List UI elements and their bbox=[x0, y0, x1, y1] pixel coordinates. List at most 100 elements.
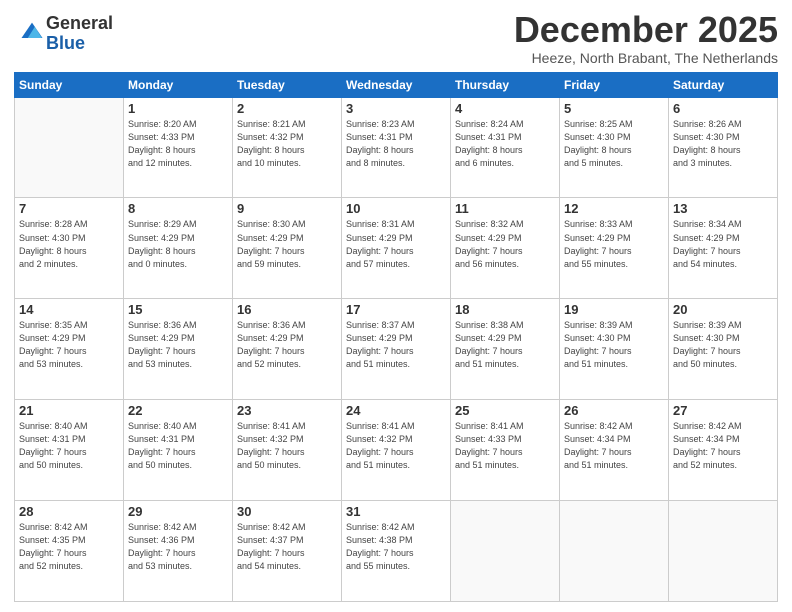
day-number: 9 bbox=[237, 201, 337, 216]
col-monday: Monday bbox=[124, 72, 233, 97]
col-tuesday: Tuesday bbox=[233, 72, 342, 97]
calendar-week-row: 1 Sunrise: 8:20 AMSunset: 4:33 PMDaylight… bbox=[15, 97, 778, 198]
day-info: Sunrise: 8:31 AMSunset: 4:29 PMDaylight:… bbox=[346, 218, 446, 270]
col-thursday: Thursday bbox=[451, 72, 560, 97]
calendar-week-row: 28Sunrise: 8:42 AMSunset: 4:35 PMDayligh… bbox=[15, 501, 778, 602]
day-number: 3 bbox=[346, 101, 446, 116]
day-number: 18 bbox=[455, 302, 555, 317]
day-info: Sunrise: 8:38 AMSunset: 4:29 PMDaylight:… bbox=[455, 319, 555, 371]
day-info: Sunrise: 8:42 AMSunset: 4:38 PMDaylight:… bbox=[346, 521, 446, 573]
day-number: 1 bbox=[128, 101, 228, 116]
col-saturday: Saturday bbox=[669, 72, 778, 97]
calendar-week-row: 14Sunrise: 8:35 AMSunset: 4:29 PMDayligh… bbox=[15, 299, 778, 400]
day-number: 15 bbox=[128, 302, 228, 317]
table-row: 25Sunrise: 8:41 AMSunset: 4:33 PMDayligh… bbox=[451, 400, 560, 501]
table-row: 18 Sunrise: 8:38 AMSunset: 4:29 PMDayligh… bbox=[451, 299, 560, 400]
day-number: 21 bbox=[19, 403, 119, 418]
logo-text: General Blue bbox=[46, 14, 113, 54]
table-row bbox=[15, 97, 124, 198]
day-number: 11 bbox=[455, 201, 555, 216]
day-info: Sunrise: 8:42 AMSunset: 4:36 PMDaylight:… bbox=[128, 521, 228, 573]
day-number: 6 bbox=[673, 101, 773, 116]
table-row: 9 Sunrise: 8:30 AMSunset: 4:29 PMDaylight… bbox=[233, 198, 342, 299]
table-row: 27Sunrise: 8:42 AMSunset: 4:34 PMDayligh… bbox=[669, 400, 778, 501]
logo: General Blue bbox=[14, 14, 113, 54]
day-info: Sunrise: 8:40 AMSunset: 4:31 PMDaylight:… bbox=[128, 420, 228, 472]
table-row: 6 Sunrise: 8:26 AMSunset: 4:30 PMDaylight… bbox=[669, 97, 778, 198]
day-info: Sunrise: 8:36 AMSunset: 4:29 PMDaylight:… bbox=[237, 319, 337, 371]
day-info: Sunrise: 8:25 AMSunset: 4:30 PMDaylight:… bbox=[564, 118, 664, 170]
day-info: Sunrise: 8:39 AMSunset: 4:30 PMDaylight:… bbox=[673, 319, 773, 371]
logo-icon bbox=[18, 17, 46, 45]
day-info: Sunrise: 8:36 AMSunset: 4:29 PMDaylight:… bbox=[128, 319, 228, 371]
day-number: 16 bbox=[237, 302, 337, 317]
day-info: Sunrise: 8:24 AMSunset: 4:31 PMDaylight:… bbox=[455, 118, 555, 170]
table-row: 22Sunrise: 8:40 AMSunset: 4:31 PMDayligh… bbox=[124, 400, 233, 501]
day-info: Sunrise: 8:42 AMSunset: 4:37 PMDaylight:… bbox=[237, 521, 337, 573]
day-info: Sunrise: 8:37 AMSunset: 4:29 PMDaylight:… bbox=[346, 319, 446, 371]
table-row: 30 Sunrise: 8:42 AMSunset: 4:37 PMDayligh… bbox=[233, 501, 342, 602]
day-number: 29 bbox=[128, 504, 228, 519]
day-info: Sunrise: 8:42 AMSunset: 4:34 PMDaylight:… bbox=[564, 420, 664, 472]
logo-general: General bbox=[46, 14, 113, 34]
table-row: 12 Sunrise: 8:33 AMSunset: 4:29 PMDayligh… bbox=[560, 198, 669, 299]
col-sunday: Sunday bbox=[15, 72, 124, 97]
day-info: Sunrise: 8:34 AMSunset: 4:29 PMDaylight:… bbox=[673, 218, 773, 270]
table-row: 1 Sunrise: 8:20 AMSunset: 4:33 PMDaylight… bbox=[124, 97, 233, 198]
table-row: 26 Sunrise: 8:42 AMSunset: 4:34 PMDayligh… bbox=[560, 400, 669, 501]
day-info: Sunrise: 8:21 AMSunset: 4:32 PMDaylight:… bbox=[237, 118, 337, 170]
table-row: 7 Sunrise: 8:28 AMSunset: 4:30 PMDaylight… bbox=[15, 198, 124, 299]
table-row: 14Sunrise: 8:35 AMSunset: 4:29 PMDayligh… bbox=[15, 299, 124, 400]
day-number: 2 bbox=[237, 101, 337, 116]
table-row bbox=[451, 501, 560, 602]
day-number: 20 bbox=[673, 302, 773, 317]
day-number: 5 bbox=[564, 101, 664, 116]
day-info: Sunrise: 8:41 AMSunset: 4:32 PMDaylight:… bbox=[237, 420, 337, 472]
table-row: 2 Sunrise: 8:21 AMSunset: 4:32 PMDaylight… bbox=[233, 97, 342, 198]
logo-blue: Blue bbox=[46, 34, 113, 54]
table-row: 29 Sunrise: 8:42 AMSunset: 4:36 PMDayligh… bbox=[124, 501, 233, 602]
col-wednesday: Wednesday bbox=[342, 72, 451, 97]
day-info: Sunrise: 8:20 AMSunset: 4:33 PMDaylight:… bbox=[128, 118, 228, 170]
table-row: 23Sunrise: 8:41 AMSunset: 4:32 PMDayligh… bbox=[233, 400, 342, 501]
day-info: Sunrise: 8:28 AMSunset: 4:30 PMDaylight:… bbox=[19, 218, 119, 270]
table-row: 3Sunrise: 8:23 AMSunset: 4:31 PMDaylight… bbox=[342, 97, 451, 198]
table-row: 20 Sunrise: 8:39 AMSunset: 4:30 PMDayligh… bbox=[669, 299, 778, 400]
table-row: 19Sunrise: 8:39 AMSunset: 4:30 PMDayligh… bbox=[560, 299, 669, 400]
day-info: Sunrise: 8:26 AMSunset: 4:30 PMDaylight:… bbox=[673, 118, 773, 170]
table-row: 21 Sunrise: 8:40 AMSunset: 4:31 PMDayligh… bbox=[15, 400, 124, 501]
table-row: 11 Sunrise: 8:32 AMSunset: 4:29 PMDayligh… bbox=[451, 198, 560, 299]
table-row: 17 Sunrise: 8:37 AMSunset: 4:29 PMDayligh… bbox=[342, 299, 451, 400]
table-row: 4Sunrise: 8:24 AMSunset: 4:31 PMDaylight… bbox=[451, 97, 560, 198]
day-number: 19 bbox=[564, 302, 664, 317]
day-number: 12 bbox=[564, 201, 664, 216]
table-row: 16 Sunrise: 8:36 AMSunset: 4:29 PMDayligh… bbox=[233, 299, 342, 400]
day-number: 10 bbox=[346, 201, 446, 216]
day-info: Sunrise: 8:33 AMSunset: 4:29 PMDaylight:… bbox=[564, 218, 664, 270]
day-info: Sunrise: 8:32 AMSunset: 4:29 PMDaylight:… bbox=[455, 218, 555, 270]
day-number: 13 bbox=[673, 201, 773, 216]
table-row bbox=[669, 501, 778, 602]
calendar-week-row: 21 Sunrise: 8:40 AMSunset: 4:31 PMDayligh… bbox=[15, 400, 778, 501]
day-number: 25 bbox=[455, 403, 555, 418]
table-row bbox=[560, 501, 669, 602]
day-info: Sunrise: 8:40 AMSunset: 4:31 PMDaylight:… bbox=[19, 420, 119, 472]
calendar-week-row: 7 Sunrise: 8:28 AMSunset: 4:30 PMDaylight… bbox=[15, 198, 778, 299]
table-row: 24 Sunrise: 8:41 AMSunset: 4:32 PMDayligh… bbox=[342, 400, 451, 501]
table-row: 31Sunrise: 8:42 AMSunset: 4:38 PMDayligh… bbox=[342, 501, 451, 602]
calendar-header-row: Sunday Monday Tuesday Wednesday Thursday… bbox=[15, 72, 778, 97]
day-number: 28 bbox=[19, 504, 119, 519]
day-info: Sunrise: 8:30 AMSunset: 4:29 PMDaylight:… bbox=[237, 218, 337, 270]
day-number: 7 bbox=[19, 201, 119, 216]
day-info: Sunrise: 8:41 AMSunset: 4:32 PMDaylight:… bbox=[346, 420, 446, 472]
day-info: Sunrise: 8:42 AMSunset: 4:34 PMDaylight:… bbox=[673, 420, 773, 472]
day-number: 14 bbox=[19, 302, 119, 317]
table-row: 8Sunrise: 8:29 AMSunset: 4:29 PMDaylight… bbox=[124, 198, 233, 299]
table-row: 10 Sunrise: 8:31 AMSunset: 4:29 PMDayligh… bbox=[342, 198, 451, 299]
day-number: 24 bbox=[346, 403, 446, 418]
page: General Blue December 2025 Heeze, North … bbox=[0, 0, 792, 612]
day-number: 17 bbox=[346, 302, 446, 317]
day-number: 30 bbox=[237, 504, 337, 519]
day-number: 26 bbox=[564, 403, 664, 418]
table-row: 5 Sunrise: 8:25 AMSunset: 4:30 PMDaylight… bbox=[560, 97, 669, 198]
